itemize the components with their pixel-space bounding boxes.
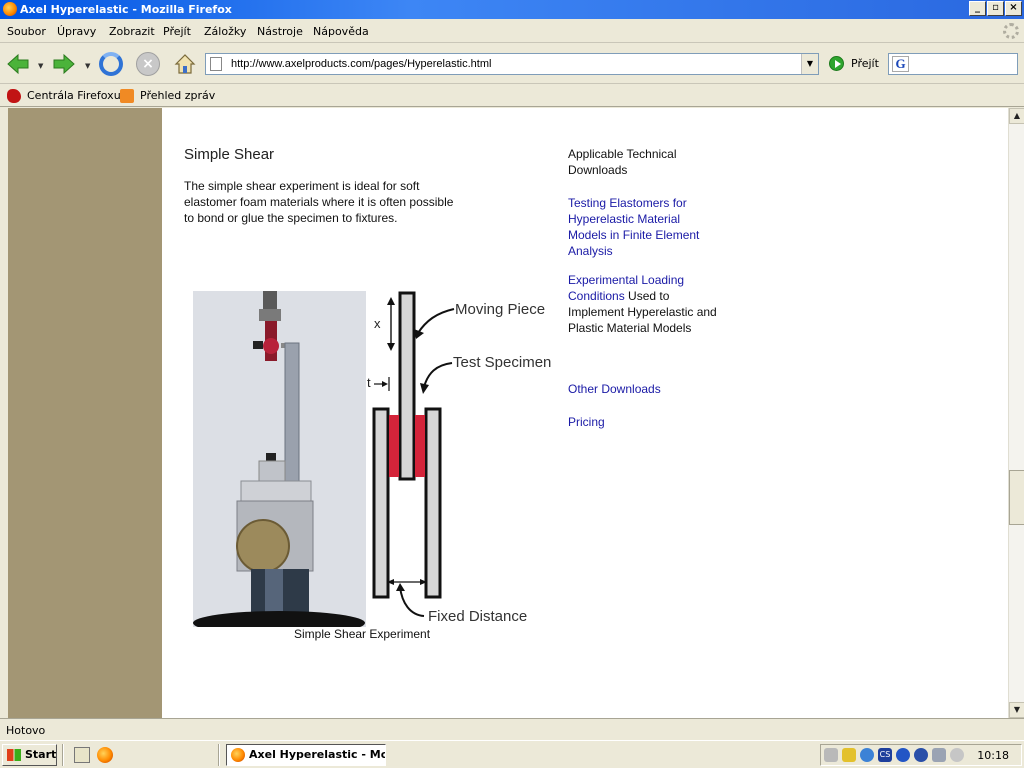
show-desktop-icon[interactable] [74, 747, 90, 763]
page-title: Simple Shear [184, 146, 275, 163]
specimen-left [389, 415, 399, 477]
scroll-thumb[interactable] [1009, 470, 1024, 525]
t-label: t [367, 375, 371, 390]
intro-paragraph: The simple shear experiment is ideal for… [184, 179, 454, 225]
taskbar: Start Axel Hyperelastic - Mo... CS 10:18 [0, 740, 1024, 768]
figure-caption: Simple Shear Experiment [294, 627, 431, 641]
system-tray: CS 10:18 [820, 744, 1022, 766]
menu-tools[interactable]: Nástroje [257, 25, 303, 38]
close-button[interactable]: × [1005, 1, 1022, 16]
firefox-quicklaunch-icon[interactable] [97, 747, 113, 763]
menu-file[interactable]: Soubor [7, 25, 46, 38]
throbber-icon [1003, 23, 1019, 39]
menu-go[interactable]: Přejít [163, 25, 191, 38]
menu-bookmarks[interactable]: Záložky [204, 25, 246, 38]
left-fixed-bar [372, 407, 390, 599]
url-history-dropdown[interactable]: ▼ [801, 54, 818, 74]
scroll-up-button[interactable]: ▲ [1009, 108, 1024, 124]
tray-app-icon[interactable] [860, 748, 874, 762]
bookmarks-toolbar: Centrála Firefoxu Přehled zpráv [0, 85, 1024, 107]
simple-shear-figure: x t Moving Piece Test Specimen Fixed Dis… [193, 291, 553, 641]
forward-arrow-icon[interactable] [52, 52, 76, 76]
shear-schematic: x t Moving Piece Test Specimen Fixed Dis… [367, 291, 551, 625]
security-icon[interactable] [896, 748, 910, 762]
go-icon [829, 56, 844, 71]
firefox-icon [3, 2, 17, 16]
reload-icon[interactable] [99, 52, 123, 76]
menu-edit[interactable]: Úpravy [57, 25, 96, 38]
content-margin [0, 108, 8, 718]
info-icon[interactable] [914, 748, 928, 762]
address-bar[interactable]: http://www.axelproducts.com/pages/Hypere… [205, 53, 819, 75]
menu-bar: Soubor Úpravy Zobrazit Přejít Záložky Ná… [0, 20, 1024, 43]
firefox-central-icon [7, 89, 21, 103]
taskbar-separator [62, 744, 64, 766]
specimen-right [415, 415, 425, 477]
menu-view[interactable]: Zobrazit [109, 25, 155, 38]
page-icon [210, 57, 222, 71]
status-text: Hotovo [6, 724, 46, 737]
left-color-column [8, 108, 162, 718]
title-bar: Axel Hyperelastic - Mozilla Firefox _ ▫ … [0, 0, 1024, 19]
go-label: Přejít [851, 57, 879, 70]
fixture-photo [193, 291, 366, 627]
right-fixed-bar [424, 407, 442, 599]
window-title: Axel Hyperelastic - Mozilla Firefox [20, 3, 232, 16]
status-bar: Hotovo [0, 718, 1024, 740]
taskbar-separator [218, 744, 220, 766]
taskbar-firefox-window[interactable]: Axel Hyperelastic - Mo... [226, 744, 386, 766]
stop-icon[interactable]: × [136, 52, 160, 76]
network-icon[interactable] [842, 748, 856, 762]
search-box[interactable]: G [888, 53, 1018, 75]
tray-app-icon-3[interactable] [950, 748, 964, 762]
scroll-down-button[interactable]: ▼ [1009, 702, 1024, 718]
navigation-toolbar: ▼ ▼ × http://www.axelproducts.com/pages/… [0, 44, 1024, 84]
vertical-scrollbar[interactable]: ▲ ▼ [1008, 108, 1024, 718]
downloads-heading: Applicable Technical Downloads [568, 147, 677, 177]
x-label: x [374, 316, 381, 331]
url-text: http://www.axelproducts.com/pages/Hypere… [231, 58, 492, 70]
test-specimen-label: Test Specimen [453, 354, 551, 371]
moving-piece-label: Moving Piece [455, 301, 545, 318]
web-content: Simple Shear The simple shear experiment… [0, 108, 1008, 718]
fixed-distance-label: Fixed Distance [428, 608, 527, 625]
minimize-button[interactable]: _ [969, 1, 986, 16]
link-testing-elastomers[interactable]: Testing Elastomers for Hyperelastic Mate… [568, 196, 699, 258]
firefox-icon [231, 748, 245, 762]
back-history-dropdown[interactable]: ▼ [38, 62, 43, 70]
link-pricing[interactable]: Pricing [568, 415, 605, 429]
maximize-button[interactable]: ▫ [987, 1, 1004, 16]
clock: 10:18 [977, 749, 1009, 762]
volume-icon[interactable] [824, 748, 838, 762]
windows-logo-icon [7, 749, 21, 761]
start-button[interactable]: Start [2, 744, 57, 766]
moving-piece-bar [398, 291, 416, 481]
google-icon[interactable]: G [892, 56, 909, 72]
menu-help[interactable]: Nápověda [313, 25, 369, 38]
forward-history-dropdown[interactable]: ▼ [85, 62, 90, 70]
language-icon[interactable]: CS [878, 748, 892, 762]
link-other-downloads[interactable]: Other Downloads [568, 382, 661, 396]
back-arrow-icon[interactable] [6, 52, 30, 76]
tray-app-icon-2[interactable] [932, 748, 946, 762]
home-icon[interactable] [173, 52, 197, 76]
rss-icon [120, 89, 134, 103]
